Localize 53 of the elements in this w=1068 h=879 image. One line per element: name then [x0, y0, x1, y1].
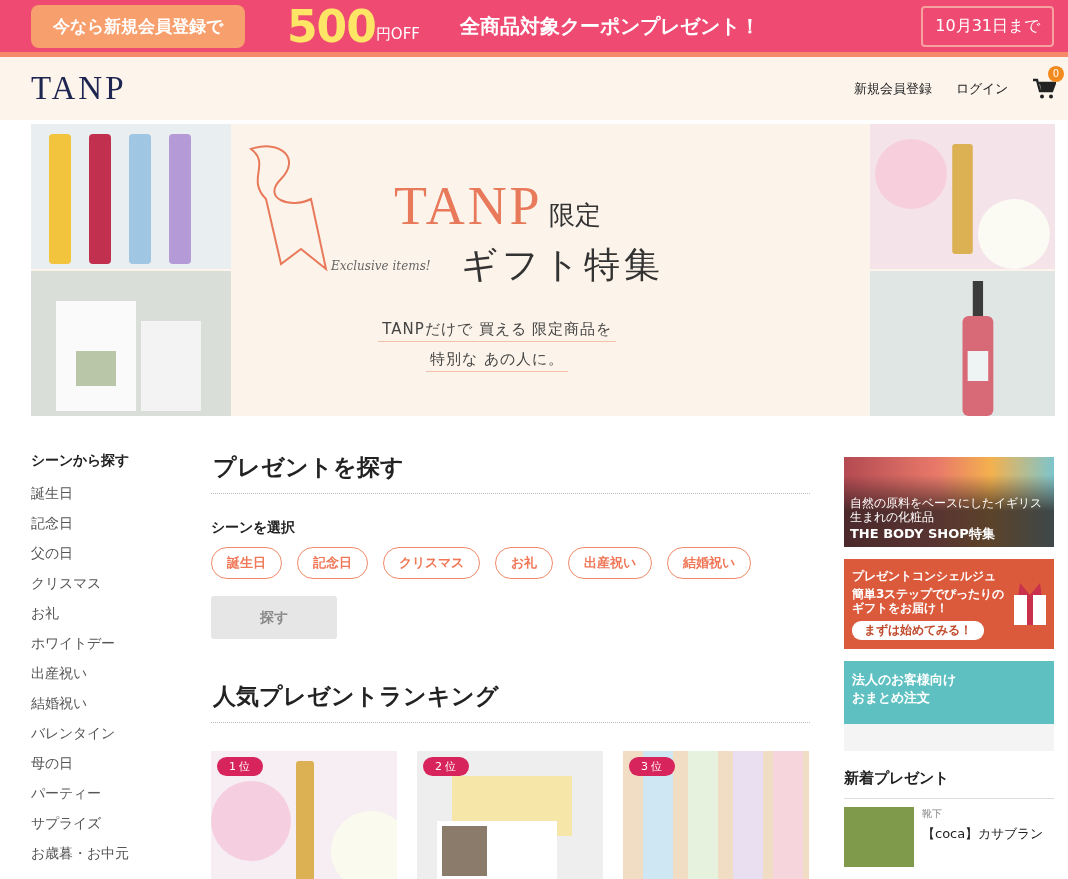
sidebar-heading: シーンから探す [31, 452, 130, 470]
hero-banner[interactable]: TANP 限定 Exclusive items! ギフト特集 TANPだけで 買える 限定商品を 特別な あの人に。 [31, 124, 1055, 416]
promo-banner[interactable]: 自然の原料をベースにしたイギリス生まれの化粧品 THE BODY SHOP特集 [844, 457, 1054, 547]
site-logo[interactable]: TANP [31, 70, 127, 107]
scene-link[interactable]: 母の日 [31, 748, 211, 778]
hero-tagline: TANPだけで 買える 限定商品を [378, 318, 617, 342]
hero-script-text: Exclusive items! [331, 258, 431, 273]
rank-badge: 3 位 [629, 757, 675, 776]
scene-link[interactable]: バレンタイン [31, 718, 211, 748]
scene-link[interactable]: 誕生日 [31, 478, 211, 508]
scene-link[interactable]: クリスマス [31, 568, 211, 598]
rank-badge: 2 位 [423, 757, 469, 776]
hero-tagline: 特別な あの人に。 [426, 348, 569, 372]
banner-subtitle: 簡単3ステップでぴったりのギフトをお届け！ [852, 588, 1006, 616]
banner-subtitle: 自然の原料をベースにしたイギリス生まれの化粧品 [850, 497, 1043, 525]
promo-banner[interactable]: プレゼントコンシェルジュ 簡単3ステップでぴったりのギフトをお届け！ まずは始めてみる！ [844, 559, 1054, 649]
scene-link[interactable]: お礼 [31, 598, 211, 628]
hero-brand: TANP [393, 179, 543, 233]
promo-lead: 今なら新規会員登録で [31, 4, 245, 48]
scene-label: シーンを選択 [211, 519, 296, 537]
gift-icon [1012, 581, 1048, 627]
gift-card-photo[interactable] [417, 751, 603, 879]
banner-title: おまとめ注文 [852, 689, 931, 707]
start-button[interactable]: まずは始めてみる！ [852, 620, 984, 640]
promo-message: 全商品対象クーポンプレゼント！ [459, 12, 760, 40]
lipstick-photo[interactable] [211, 751, 397, 879]
cart-icon[interactable] [1032, 77, 1056, 100]
rank-badge: 1 位 [217, 757, 263, 776]
banner-title: 法人のお客様向け [852, 671, 957, 689]
product-title[interactable]: 【coca】カサブラン [922, 825, 1044, 843]
product-category: 靴下 [922, 807, 943, 821]
scene-link[interactable]: ホワイトデー [31, 628, 211, 658]
banner-title: プレゼントコンシェルジュ [852, 568, 997, 586]
cart-count-badge: 0 [1048, 65, 1064, 82]
scene-link[interactable]: お歳暮・お中元 [31, 838, 211, 868]
scene-link[interactable]: パーティー [31, 778, 211, 808]
promo-unit: 円OFF [375, 25, 420, 44]
new-arrivals-heading: 新着プレゼント [844, 769, 1054, 799]
flower-bottles-photo[interactable] [623, 751, 809, 879]
scene-link[interactable]: 結婚祝い [31, 688, 211, 718]
scene-link[interactable]: サプライズ [31, 808, 211, 838]
scene-link[interactable]: 父の日 [31, 538, 211, 568]
header-link[interactable]: ログイン [956, 79, 1008, 98]
header-link[interactable]: 新規会員登録 [854, 79, 932, 98]
section-heading: プレゼントを探す [211, 452, 810, 494]
promo-amount: 500 [287, 0, 376, 52]
section-heading: 人気プレゼントランキング [211, 681, 810, 723]
promo-deadline: 10月31日まで [921, 5, 1054, 47]
banner-title: THE BODY SHOP特集 [850, 525, 996, 543]
hero-limited: 限定 [548, 199, 601, 232]
hero-title: ギフト特集 [460, 243, 664, 287]
scene-link[interactable]: 出産祝い [31, 658, 211, 688]
scene-link[interactable]: 記念日 [31, 508, 211, 538]
